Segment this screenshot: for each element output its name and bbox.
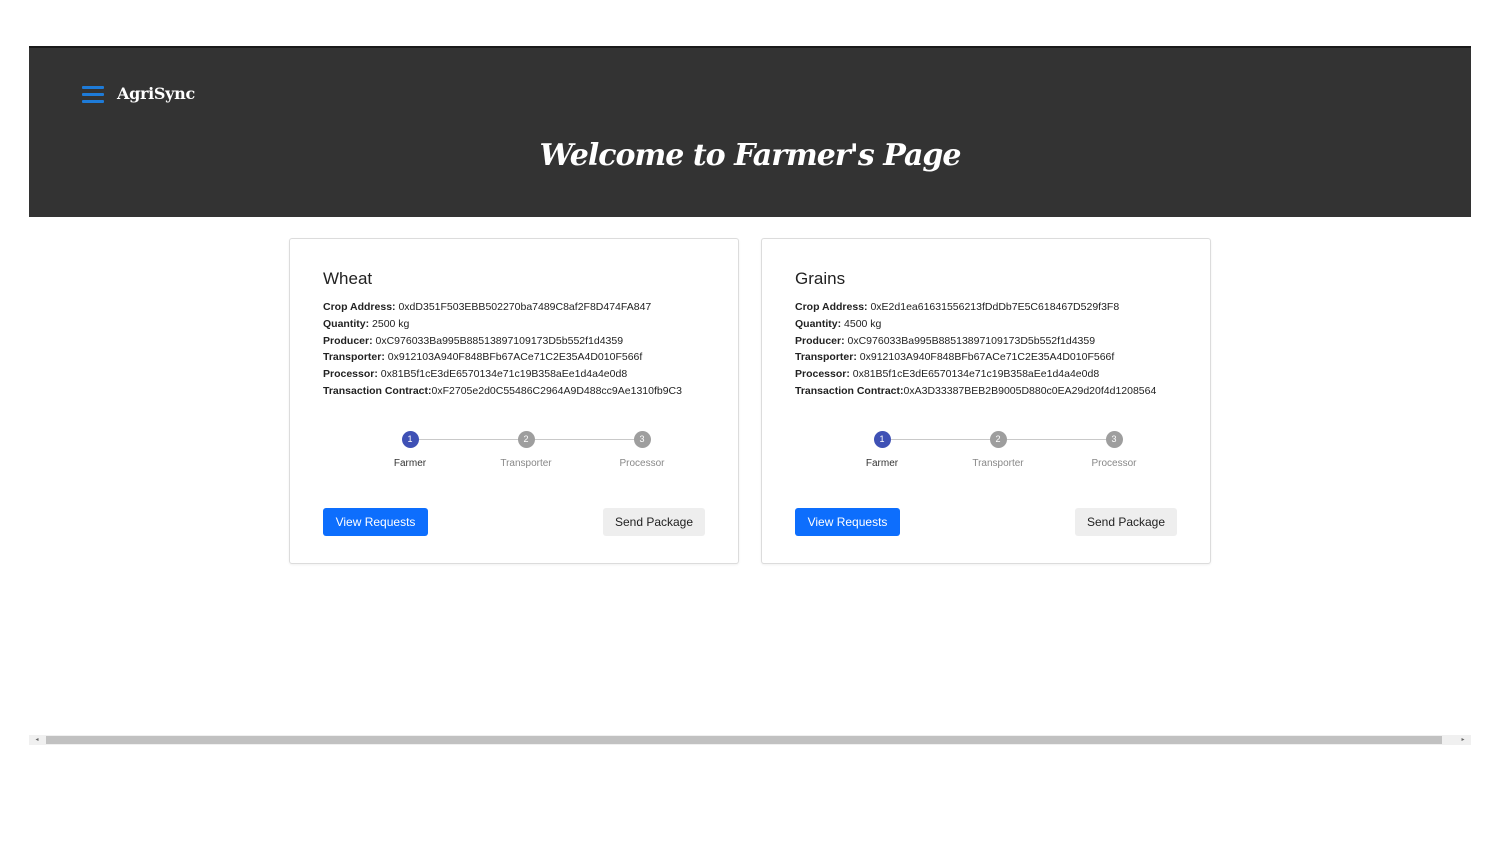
field-label: Producer: <box>323 334 373 347</box>
transaction-contract-row: Transaction Contract:0xF2705e2d0C55486C2… <box>323 383 682 400</box>
step-label: Processor <box>1091 458 1137 469</box>
field-value: 0xF2705e2d0C55486C2964A9D488cc9Ae1310fb9… <box>431 384 682 397</box>
producer-row: Producer: 0xC976033Ba995B88513897109173D… <box>795 333 1156 350</box>
step-label: Farmer <box>393 458 427 469</box>
step-number: 1 <box>873 431 891 448</box>
field-label: Transaction Contract: <box>323 384 432 397</box>
field-label: Transporter: <box>323 351 385 364</box>
progress-stepper: 1 Farmer 2 Transporter 3 Processor <box>350 431 702 481</box>
step-number: 1 <box>401 431 419 448</box>
producer-row: Producer: 0xC976033Ba995B88513897109173D… <box>323 333 682 350</box>
step-processor: 3 Processor <box>1064 431 1164 469</box>
step-label: Farmer <box>865 458 899 469</box>
scroll-right-arrow-icon[interactable]: ▸ <box>1455 735 1471 745</box>
hamburger-menu-icon[interactable] <box>82 86 104 104</box>
field-label: Crop Address: <box>323 301 396 313</box>
crop-card-wheat: Wheat Crop Address: 0xdD351F503EBB502270… <box>289 238 739 564</box>
field-value: 4500 kg <box>841 317 882 330</box>
field-value: 2500 kg <box>369 317 410 330</box>
field-value: 0xC976033Ba995B88513897109173D5b552f1d43… <box>844 334 1096 347</box>
field-value: 0xA3D33387BEB2B9005D880c0EA29d20f4d12085… <box>903 384 1157 397</box>
crop-address-row: Crop Address: 0xdD351F503EBB502270ba7489… <box>323 299 682 316</box>
scroll-left-arrow-icon[interactable]: ◂ <box>29 735 45 745</box>
step-farmer: 1 Farmer <box>832 431 932 469</box>
step-transporter: 2 Transporter <box>476 431 576 469</box>
step-number: 3 <box>1105 431 1123 448</box>
processor-row: Processor: 0x81B5f1cE3dE6570134e71c19B35… <box>323 366 682 383</box>
page-title: Welcome to Farmer's Page <box>539 138 962 173</box>
field-label: Processor: <box>323 368 378 381</box>
step-number: 2 <box>517 431 535 448</box>
field-value: 0xE2d1ea61631556213fDdDb7E5C618467D529f3… <box>867 301 1120 313</box>
view-requests-button[interactable]: View Requests <box>323 508 428 536</box>
quantity-row: Quantity: 2500 kg <box>323 316 682 333</box>
step-farmer: 1 Farmer <box>360 431 460 469</box>
step-number: 3 <box>633 431 651 448</box>
quantity-row: Quantity: 4500 kg <box>795 316 1156 333</box>
page: AgriSync Welcome to Farmer's Page Wheat … <box>29 46 1471 746</box>
card-title: Grains <box>795 269 846 288</box>
progress-stepper: 1 Farmer 2 Transporter 3 Processor <box>822 431 1174 481</box>
field-label: Quantity: <box>323 317 370 330</box>
field-label: Transporter: <box>795 351 857 364</box>
view-requests-button[interactable]: View Requests <box>795 508 900 536</box>
header: AgriSync Welcome to Farmer's Page <box>29 46 1471 217</box>
crop-info: Crop Address: 0xdD351F503EBB502270ba7489… <box>323 299 682 400</box>
step-label: Transporter <box>500 458 552 469</box>
crop-address-row: Crop Address: 0xE2d1ea61631556213fDdDb7E… <box>795 299 1156 316</box>
crop-card-grains: Grains Crop Address: 0xE2d1ea61631556213… <box>761 238 1211 564</box>
field-value: 0x81B5f1cE3dE6570134e71c19B358aEe1d4a4e0… <box>377 368 628 381</box>
transporter-row: Transporter: 0x912103A940F848BFb67ACe71C… <box>795 349 1156 366</box>
field-label: Processor: <box>795 368 850 381</box>
field-label: Crop Address: <box>795 301 868 313</box>
field-value: 0x912103A940F848BFb67ACe71C2E35A4D010F56… <box>384 351 643 364</box>
field-value: 0xdD351F503EBB502270ba7489C8af2F8D474FA8… <box>395 301 652 313</box>
scrollbar-thumb[interactable] <box>46 736 1442 744</box>
step-processor: 3 Processor <box>592 431 692 469</box>
card-title: Wheat <box>323 269 373 288</box>
step-label: Processor <box>619 458 665 469</box>
send-package-button[interactable]: Send Package <box>1075 508 1177 536</box>
brand-logo[interactable]: AgriSync <box>117 84 195 103</box>
step-label: Transporter <box>972 458 1024 469</box>
transaction-contract-row: Transaction Contract:0xA3D33387BEB2B9005… <box>795 383 1156 400</box>
field-label: Quantity: <box>795 317 842 330</box>
field-value: 0x912103A940F848BFb67ACe71C2E35A4D010F56… <box>856 351 1115 364</box>
field-label: Transaction Contract: <box>795 384 904 397</box>
field-value: 0xC976033Ba995B88513897109173D5b552f1d43… <box>372 334 624 347</box>
field-value: 0x81B5f1cE3dE6570134e71c19B358aEe1d4a4e0… <box>849 368 1100 381</box>
crop-info: Crop Address: 0xE2d1ea61631556213fDdDb7E… <box>795 299 1156 400</box>
processor-row: Processor: 0x81B5f1cE3dE6570134e71c19B35… <box>795 366 1156 383</box>
transporter-row: Transporter: 0x912103A940F848BFb67ACe71C… <box>323 349 682 366</box>
field-label: Producer: <box>795 334 845 347</box>
step-transporter: 2 Transporter <box>948 431 1048 469</box>
step-number: 2 <box>989 431 1007 448</box>
send-package-button[interactable]: Send Package <box>603 508 705 536</box>
horizontal-scrollbar[interactable]: ◂ ▸ <box>29 735 1471 745</box>
